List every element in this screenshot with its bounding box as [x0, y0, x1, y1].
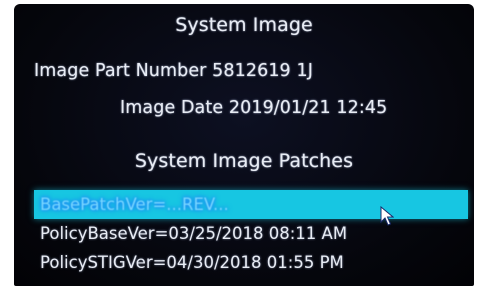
image-date-row: Image Date 2019/01/21 12:45 [120, 98, 387, 118]
page-title: System Image [175, 14, 313, 36]
image-part-number-value: 5812619 1J [212, 61, 313, 81]
patch-item-label: PolicyBaseVer=03/25/2018 08:11 AM [40, 224, 348, 243]
patches-section-title: System Image Patches [134, 150, 354, 172]
image-part-number-label: Image Part Number [34, 61, 207, 81]
patch-item-label: PolicySTIGVer=04/30/2018 01:55 PM [40, 253, 344, 272]
patch-item-label: BasePatchVer=...REV... [40, 195, 229, 214]
patch-item-policy-base[interactable]: PolicyBaseVer=03/25/2018 08:11 AM [34, 219, 468, 248]
patch-item-base[interactable]: BasePatchVer=...REV... [34, 190, 468, 219]
image-date-value: 2019/01/21 12:45 [228, 98, 388, 118]
image-date-label: Image Date [120, 98, 224, 118]
system-image-screen: System Image Image Part Number 5812619 1… [14, 4, 474, 286]
patch-item-policy-stig[interactable]: PolicySTIGVer=04/30/2018 01:55 PM [34, 248, 468, 277]
photo-frame: System Image Image Part Number 5812619 1… [0, 0, 478, 292]
image-part-number-row: Image Part Number 5812619 1J [34, 61, 313, 81]
mouse-pointer-icon [380, 206, 394, 226]
patch-list: BasePatchVer=...REV... PolicyBaseVer=03/… [34, 190, 468, 277]
